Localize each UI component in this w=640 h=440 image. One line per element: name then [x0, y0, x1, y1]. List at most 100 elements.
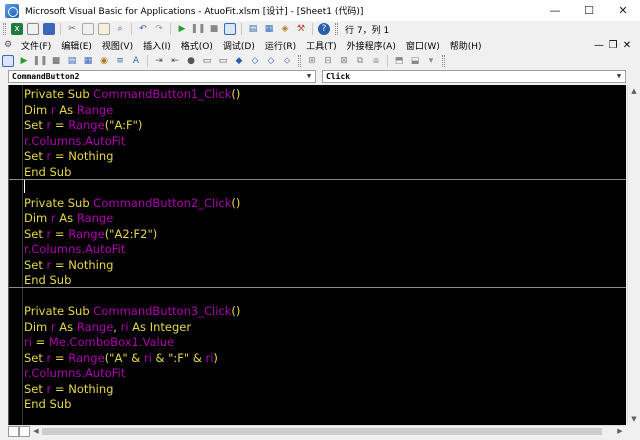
cut-icon[interactable]: ✂ — [66, 23, 78, 35]
toolbox-icon[interactable]: ⚒ — [295, 23, 307, 35]
code-line[interactable]: Private Sub CommandButton3_Click() — [24, 304, 240, 320]
menu-file[interactable]: 文件(F) — [16, 39, 56, 52]
run-icon[interactable]: ▶ — [18, 55, 30, 67]
scroll-left-arrow-icon[interactable]: ◀ — [30, 426, 42, 437]
ungroup-icon[interactable]: ⧈ — [370, 55, 382, 67]
uncomment-block-icon[interactable]: ▭ — [217, 55, 229, 67]
list-constants-icon[interactable]: ▦ — [82, 55, 94, 67]
menu-window[interactable]: 窗口(W) — [401, 39, 445, 52]
code-line[interactable]: End Sub — [24, 165, 240, 181]
code-line[interactable]: Dim r As Range — [24, 211, 240, 227]
code-line[interactable]: Set r = Range("A:F") — [24, 118, 240, 134]
code-editor[interactable]: Private Sub CommandButton1_Click() Dim r… — [8, 85, 626, 425]
bring-to-front-icon[interactable]: ⬒ — [393, 55, 405, 67]
bookmark-icon[interactable]: ◆ — [233, 55, 245, 67]
code-line[interactable]: ri = Me.ComboBox1.Value — [24, 335, 240, 351]
outdent-icon[interactable]: ⇤ — [169, 55, 181, 67]
center-icon[interactable]: ⊟ — [322, 55, 334, 67]
copy-icon[interactable] — [82, 23, 94, 35]
close-button[interactable]: ✕ — [606, 0, 640, 21]
break-icon[interactable]: ❚❚ — [32, 55, 47, 67]
menu-run[interactable]: 运行(R) — [260, 39, 301, 52]
scroll-up-arrow-icon[interactable]: ▲ — [628, 85, 640, 97]
full-module-view-button[interactable] — [19, 426, 30, 437]
redo-icon[interactable]: ↷ — [153, 23, 165, 35]
run-icon[interactable]: ▶ — [176, 23, 188, 35]
code-line[interactable]: r.Columns.AutoFit — [24, 242, 240, 258]
menu-help[interactable]: 帮助(H) — [445, 39, 487, 52]
maximize-button[interactable]: ☐ — [572, 0, 606, 21]
menu-format[interactable]: 格式(O) — [176, 39, 218, 52]
scrollbar-thumb[interactable] — [42, 428, 602, 435]
parameter-info-icon[interactable]: ≡ — [114, 55, 126, 67]
mdi-minimize-button[interactable]: — — [592, 40, 606, 51]
code-line[interactable]: r.Columns.AutoFit — [24, 134, 240, 150]
paste-icon[interactable] — [98, 23, 110, 35]
excel-view-icon[interactable]: x — [11, 23, 23, 35]
group-icon[interactable]: ⧉ — [354, 55, 366, 67]
menu-tools[interactable]: 工具(T) — [301, 39, 342, 52]
menu-addins[interactable]: 外接程序(A) — [342, 39, 401, 52]
scroll-down-arrow-icon[interactable]: ▼ — [628, 413, 640, 425]
save-icon[interactable] — [43, 23, 55, 35]
toolbar-grip[interactable] — [3, 23, 6, 35]
list-properties-icon[interactable]: ▤ — [66, 55, 78, 67]
comment-block-icon[interactable]: ▭ — [201, 55, 213, 67]
indent-icon[interactable]: ⇥ — [153, 55, 165, 67]
toggle-breakpoint-icon[interactable]: ● — [185, 55, 197, 67]
make-same-size-icon[interactable]: ⊠ — [338, 55, 350, 67]
code-line[interactable]: Dim r As Range — [24, 103, 240, 119]
reset-icon[interactable]: ■ — [208, 23, 220, 35]
margin-indicator-bar[interactable] — [9, 85, 23, 425]
complete-word-icon[interactable]: A — [130, 55, 142, 67]
properties-window-icon[interactable]: ▦ — [263, 23, 275, 35]
mdi-restore-button[interactable]: ❐ — [606, 40, 620, 51]
toolbar-grip[interactable] — [298, 55, 301, 67]
reset-icon[interactable]: ■ — [50, 55, 62, 67]
code-line[interactable]: Private Sub CommandButton1_Click() — [24, 87, 240, 103]
align-icon[interactable]: ⊞ — [306, 55, 318, 67]
code-line[interactable]: Set r = Nothing — [24, 258, 240, 274]
vertical-scrollbar[interactable]: ▲ ▼ — [627, 85, 640, 425]
code-text[interactable]: Private Sub CommandButton1_Click() Dim r… — [24, 87, 240, 413]
undo-icon[interactable]: ↶ — [137, 23, 149, 35]
next-bookmark-icon[interactable]: ◇ — [249, 55, 261, 67]
design-mode-icon[interactable] — [2, 55, 14, 67]
break-icon[interactable]: ❚❚ — [190, 23, 205, 35]
zoom-icon[interactable]: ▾ — [425, 55, 437, 67]
chevron-down-icon[interactable]: ▼ — [614, 71, 624, 82]
code-window-icon[interactable]: ⚙ — [2, 39, 14, 51]
menu-debug[interactable]: 调试(D) — [218, 39, 260, 52]
previous-bookmark-icon[interactable]: ◇ — [265, 55, 277, 67]
object-browser-icon[interactable]: ◈ — [279, 23, 291, 35]
project-explorer-icon[interactable]: ▤ — [247, 23, 259, 35]
mdi-close-button[interactable]: ✕ — [620, 40, 634, 51]
clear-bookmarks-icon[interactable]: ⬦ — [281, 55, 293, 67]
design-mode-icon[interactable] — [224, 23, 236, 35]
code-line[interactable]: Set r = Range("A2:F2") — [24, 227, 240, 243]
minimize-button[interactable]: — — [538, 0, 572, 21]
find-icon[interactable]: ⌕ — [114, 23, 126, 35]
object-dropdown[interactable]: CommandButton2 ▼ — [8, 70, 316, 83]
code-line[interactable] — [24, 180, 240, 196]
procedure-view-button[interactable] — [8, 426, 19, 437]
help-icon[interactable]: ? — [318, 23, 330, 35]
procedure-dropdown[interactable]: Click ▼ — [322, 70, 626, 83]
code-line[interactable]: Set r = Nothing — [24, 382, 240, 398]
code-line[interactable]: Dim r As Range, ri As Integer — [24, 320, 240, 336]
menu-view[interactable]: 视图(V) — [97, 39, 138, 52]
code-line[interactable]: r.Columns.AutoFit — [24, 366, 240, 382]
menu-insert[interactable]: 插入(I) — [138, 39, 176, 52]
code-line[interactable]: Set r = Range("A" & ri & ":F" & ri) — [24, 351, 240, 367]
chevron-down-icon[interactable]: ▼ — [304, 71, 314, 82]
code-line[interactable] — [24, 289, 240, 305]
scroll-right-arrow-icon[interactable]: ▶ — [614, 426, 626, 437]
code-line[interactable]: End Sub — [24, 397, 240, 413]
insert-module-icon[interactable] — [27, 23, 39, 35]
quick-info-icon[interactable]: ◉ — [98, 55, 110, 67]
send-to-back-icon[interactable]: ⬓ — [409, 55, 421, 67]
code-line[interactable]: Set r = Nothing — [24, 149, 240, 165]
toolbar-grip[interactable] — [442, 55, 445, 67]
menu-edit[interactable]: 编辑(E) — [56, 39, 97, 52]
horizontal-scrollbar[interactable]: ◀ ▶ — [8, 425, 626, 437]
